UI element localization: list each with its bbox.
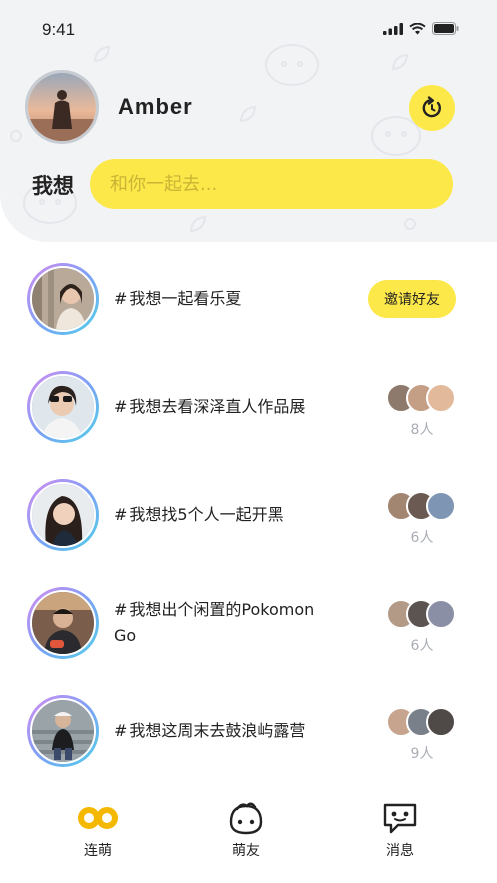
wish-list: # 我想一起看乐夏 邀请好友 # 我想去看深泽直人作品展 8人 # 我想找5个人… (0, 245, 497, 785)
avatar-photo (32, 700, 94, 762)
participant-avatar (426, 383, 456, 413)
wish-text: # 我想去看深泽直人作品展 (114, 397, 306, 416)
tab-label: 消息 (386, 843, 414, 859)
tab-lianmeng[interactable]: 连萌 (48, 800, 148, 860)
status-bar: 9:41 (0, 0, 497, 60)
want-input[interactable] (90, 159, 453, 209)
participant-group[interactable]: 6人 (386, 491, 458, 547)
refresh-button[interactable] (409, 85, 455, 131)
participant-avatar (426, 707, 456, 737)
portrait-photo (28, 73, 96, 141)
circle-decoration-icon (10, 130, 22, 142)
battery-icon (432, 22, 459, 35)
user-avatar[interactable] (27, 587, 99, 659)
participant-avatars (386, 707, 458, 739)
participant-count: 6人 (410, 530, 434, 546)
leaf-decoration-icon (239, 105, 257, 123)
user-avatar[interactable] (27, 479, 99, 551)
status-icons (383, 22, 459, 35)
wish-text: # 我想出个闲置的Pokomon Go (114, 600, 315, 645)
wish-text: # 我想这周末去鼓浪屿露营 (114, 721, 306, 740)
participant-avatar (426, 491, 456, 521)
list-item[interactable]: # 我想去看深泽直人作品展 8人 (0, 353, 497, 461)
tab-label: 萌友 (232, 843, 260, 859)
avatar-photo (32, 592, 94, 654)
wifi-icon (409, 22, 426, 34)
friend-face-icon (229, 802, 263, 835)
message-icon (383, 803, 417, 834)
participant-avatars (386, 383, 458, 415)
list-item[interactable]: # 我想这周末去鼓浪屿露营 9人 (0, 677, 497, 785)
refresh-icon (422, 96, 441, 118)
wish-text: # 我想一起看乐夏 (114, 289, 242, 308)
profile-header: 9:41 Amber 我想 和你一起去... (0, 0, 497, 242)
wish-text: # 我想找5个人一起开黑 (114, 505, 284, 524)
profile-name: Amber (118, 94, 193, 119)
want-input-container (90, 159, 453, 209)
want-label: 我想 (32, 174, 74, 198)
list-item[interactable]: # 我想找5个人一起开黑 6人 (0, 461, 497, 569)
participant-avatars (386, 599, 458, 631)
tab-mengyou[interactable]: 萌友 (196, 800, 296, 860)
bottom-tab-bar: 连萌 萌友 消息 (0, 800, 497, 883)
participant-avatar (426, 599, 456, 629)
avatar-photo (32, 376, 94, 438)
participant-group[interactable]: 6人 (386, 599, 458, 655)
infinity-icon (78, 807, 118, 829)
user-avatar[interactable] (27, 695, 99, 767)
participant-count: 6人 (410, 638, 434, 654)
participant-count: 8人 (410, 422, 434, 438)
profile-avatar[interactable] (25, 70, 99, 144)
circle-decoration-icon (404, 218, 416, 230)
leaf-decoration-icon (189, 215, 207, 233)
list-item[interactable]: # 我想出个闲置的Pokomon Go 6人 (0, 569, 497, 677)
signal-icon (383, 22, 403, 35)
invite-friends-button[interactable]: 邀请好友 (368, 280, 456, 318)
participant-avatars (386, 491, 458, 523)
tab-messages[interactable]: 消息 (350, 800, 450, 860)
status-time: 9:41 (42, 20, 76, 39)
participant-group[interactable]: 8人 (386, 383, 458, 439)
avatar-photo (32, 268, 94, 330)
list-item[interactable]: # 我想一起看乐夏 邀请好友 (0, 245, 497, 353)
participant-group[interactable]: 9人 (386, 707, 458, 763)
tab-label: 连萌 (84, 843, 112, 859)
avatar-photo (32, 484, 94, 546)
participant-count: 9人 (410, 746, 434, 762)
user-avatar[interactable] (27, 263, 99, 335)
user-avatar[interactable] (27, 371, 99, 443)
